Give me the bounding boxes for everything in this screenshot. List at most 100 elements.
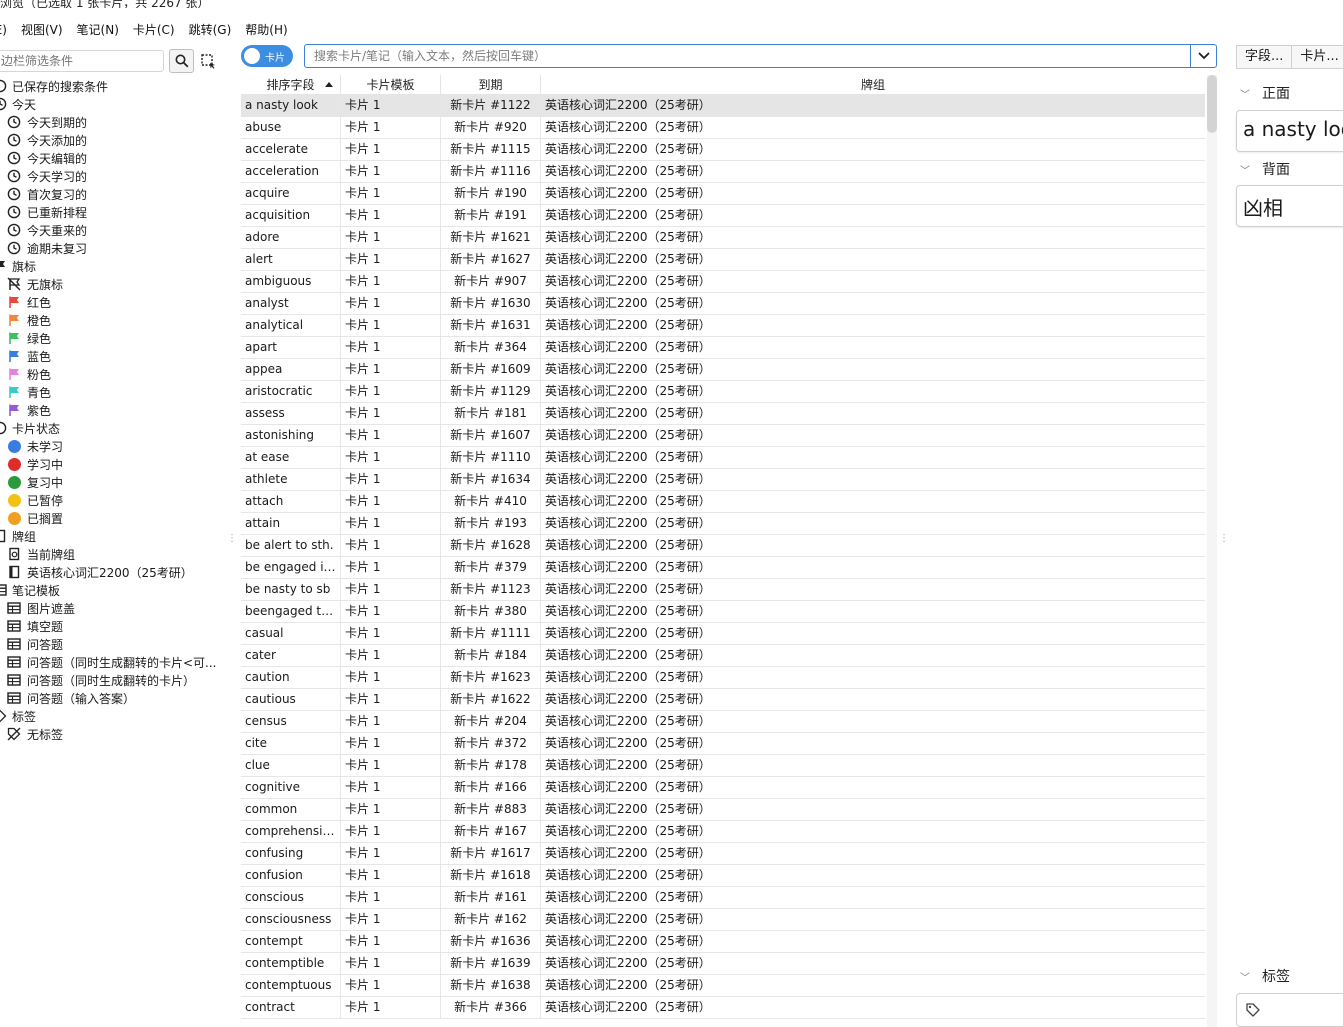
table-row[interactable]: contract 卡片 1 新卡片 #366 英语核心词汇2200（25考研）	[241, 997, 1205, 1019]
table-row[interactable]: common 卡片 1 新卡片 #883 英语核心词汇2200（25考研）	[241, 799, 1205, 821]
sidebar-search-button[interactable]	[169, 49, 194, 73]
table-row[interactable]: athlete 卡片 1 新卡片 #1634 英语核心词汇2200（25考研）	[241, 469, 1205, 491]
sidebar-splitter[interactable]: ⋮	[227, 530, 237, 546]
table-row[interactable]: a nasty look 卡片 1 新卡片 #1122 英语核心词汇2200（25考研…	[241, 95, 1205, 117]
table-row[interactable]: acquisition 卡片 1 新卡片 #191 英语核心词汇2200（25考研）	[241, 205, 1205, 227]
table-row[interactable]: caution 卡片 1 新卡片 #1623 英语核心词汇2200（25考研）	[241, 667, 1205, 689]
sidebar-item-7[interactable]: 已重新排程	[0, 203, 232, 221]
sidebar-item-14[interactable]: 绿色	[0, 329, 232, 347]
sidebar-item-25[interactable]: 牌组	[0, 527, 232, 545]
table-row[interactable]: cite 卡片 1 新卡片 #372 英语核心词汇2200（25考研）	[241, 733, 1205, 755]
table-row[interactable]: assess 卡片 1 新卡片 #181 英语核心词汇2200（25考研）	[241, 403, 1205, 425]
column-header-2[interactable]: 到期	[441, 75, 541, 95]
sidebar-item-28[interactable]: 笔记模板	[0, 581, 232, 599]
table-row[interactable]: ambiguous 卡片 1 新卡片 #907 英语核心词汇2200（25考研）	[241, 271, 1205, 293]
table-row[interactable]: census 卡片 1 新卡片 #204 英语核心词汇2200（25考研）	[241, 711, 1205, 733]
sidebar-item-9[interactable]: 逾期未复习	[0, 239, 232, 257]
menu-item-1[interactable]: 视图(V)	[21, 21, 63, 38]
search-input[interactable]	[305, 45, 1189, 67]
table-row[interactable]: adore 卡片 1 新卡片 #1621 英语核心词汇2200（25考研）	[241, 227, 1205, 249]
sidebar-item-17[interactable]: 青色	[0, 383, 232, 401]
editor-splitter[interactable]: ⋮	[1219, 530, 1229, 546]
menu-item-0[interactable]: 编辑(E)	[0, 21, 7, 38]
menu-item-3[interactable]: 卡片(C)	[133, 21, 175, 38]
table-row[interactable]: aristocratic 卡片 1 新卡片 #1129 英语核心词汇2200（25考研…	[241, 381, 1205, 403]
sidebar-item-36[interactable]: 无标签	[0, 725, 232, 743]
sidebar-item-18[interactable]: 紫色	[0, 401, 232, 419]
sidebar-item-26[interactable]: 当前牌组	[0, 545, 232, 563]
sidebar-item-35[interactable]: 标签	[0, 707, 232, 725]
sidebar-item-20[interactable]: 未学习	[0, 437, 232, 455]
table-row[interactable]: attach 卡片 1 新卡片 #410 英语核心词汇2200（25考研）	[241, 491, 1205, 513]
table-row[interactable]: beengaged to sb. 卡片 1 新卡片 #380 英语核心词汇2200（2…	[241, 601, 1205, 623]
table-row[interactable]: abuse 卡片 1 新卡片 #920 英语核心词汇2200（25考研）	[241, 117, 1205, 139]
menu-item-5[interactable]: 帮助(H)	[245, 21, 287, 38]
table-scrollbar[interactable]	[1207, 75, 1217, 1027]
table-row[interactable]: be nasty to sb 卡片 1 新卡片 #1123 英语核心词汇2200（25…	[241, 579, 1205, 601]
table-row[interactable]: contemptible 卡片 1 新卡片 #1639 英语核心词汇2200（25考研…	[241, 953, 1205, 975]
table-row[interactable]: comprehension 卡片 1 新卡片 #167 英语核心词汇2200（25考研…	[241, 821, 1205, 843]
sidebar-item-24[interactable]: 已搁置	[0, 509, 232, 527]
front-field-editor[interactable]: a nasty look	[1236, 110, 1343, 152]
front-field-label[interactable]: ﹀ 正面	[1240, 83, 1290, 103]
sidebar-item-29[interactable]: 图片遮盖	[0, 599, 232, 617]
back-field-editor[interactable]: 凶相	[1236, 185, 1343, 227]
sidebar-item-3[interactable]: 今天添加的	[0, 131, 232, 149]
expand-caret-icon[interactable]	[0, 420, 8, 436]
tags-field-label[interactable]: ﹀ 标签	[1240, 966, 1290, 986]
table-row[interactable]: be alert to sth. 卡片 1 新卡片 #1628 英语核心词汇2200（…	[241, 535, 1205, 557]
table-row[interactable]: consciousness 卡片 1 新卡片 #162 英语核心词汇2200（25考研…	[241, 909, 1205, 931]
sidebar-filter-input[interactable]	[0, 50, 164, 72]
table-row[interactable]: cognitive 卡片 1 新卡片 #166 英语核心词汇2200（25考研）	[241, 777, 1205, 799]
expand-caret-icon[interactable]	[0, 708, 8, 724]
table-row[interactable]: acquire 卡片 1 新卡片 #190 英语核心词汇2200（25考研）	[241, 183, 1205, 205]
table-row[interactable]: casual 卡片 1 新卡片 #1111 英语核心词汇2200（25考研）	[241, 623, 1205, 645]
column-header-3[interactable]: 牌组	[541, 75, 1205, 95]
selection-mode-button[interactable]	[199, 52, 217, 70]
table-row[interactable]: accelerate 卡片 1 新卡片 #1115 英语核心词汇2200（25考研）	[241, 139, 1205, 161]
table-row[interactable]: apart 卡片 1 新卡片 #364 英语核心词汇2200（25考研）	[241, 337, 1205, 359]
sidebar-item-23[interactable]: 已暂停	[0, 491, 232, 509]
sidebar-item-11[interactable]: 无旗标	[0, 275, 232, 293]
column-header-0[interactable]: 排序字段	[241, 75, 341, 95]
table-row[interactable]: analyst 卡片 1 新卡片 #1630 英语核心词汇2200（25考研）	[241, 293, 1205, 315]
table-row[interactable]: at ease 卡片 1 新卡片 #1110 英语核心词汇2200（25考研）	[241, 447, 1205, 469]
sidebar-item-0[interactable]: 已保存的搜索条件	[0, 77, 232, 95]
table-row[interactable]: astonishing 卡片 1 新卡片 #1607 英语核心词汇2200（25考研）	[241, 425, 1205, 447]
sidebar-item-6[interactable]: 首次复习的	[0, 185, 232, 203]
sidebar-item-22[interactable]: 复习中	[0, 473, 232, 491]
table-row[interactable]: alert 卡片 1 新卡片 #1627 英语核心词汇2200（25考研）	[241, 249, 1205, 271]
table-row[interactable]: confusing 卡片 1 新卡片 #1617 英语核心词汇2200（25考研）	[241, 843, 1205, 865]
sidebar-item-33[interactable]: 问答题（同时生成翻转的卡片）	[0, 671, 232, 689]
sidebar-item-16[interactable]: 粉色	[0, 365, 232, 383]
sidebar-item-15[interactable]: 蓝色	[0, 347, 232, 365]
table-row[interactable]: contemptuous 卡片 1 新卡片 #1638 英语核心词汇2200（25考研…	[241, 975, 1205, 997]
table-row[interactable]: attain 卡片 1 新卡片 #193 英语核心词汇2200（25考研）	[241, 513, 1205, 535]
cards-notes-toggle[interactable]: 卡片	[241, 45, 293, 67]
sidebar-item-1[interactable]: 今天	[0, 95, 232, 113]
fields-button[interactable]: 字段...	[1236, 45, 1293, 69]
sidebar-item-12[interactable]: 红色	[0, 293, 232, 311]
sidebar-item-34[interactable]: 问答题（输入答案）	[0, 689, 232, 707]
scrollbar-thumb[interactable]	[1207, 75, 1217, 133]
sidebar-item-13[interactable]: 橙色	[0, 311, 232, 329]
cards-button[interactable]: 卡片...	[1292, 45, 1343, 69]
sidebar-item-2[interactable]: 今天到期的	[0, 113, 232, 131]
tag-editor[interactable]	[1236, 993, 1343, 1027]
menu-item-4[interactable]: 跳转(G)	[189, 21, 232, 38]
table-row[interactable]: contempt 卡片 1 新卡片 #1636 英语核心词汇2200（25考研）	[241, 931, 1205, 953]
table-row[interactable]: conscious 卡片 1 新卡片 #161 英语核心词汇2200（25考研）	[241, 887, 1205, 909]
table-row[interactable]: acceleration 卡片 1 新卡片 #1116 英语核心词汇2200（25考研…	[241, 161, 1205, 183]
sidebar-item-31[interactable]: 问答题	[0, 635, 232, 653]
table-row[interactable]: cater 卡片 1 新卡片 #184 英语核心词汇2200（25考研）	[241, 645, 1205, 667]
table-row[interactable]: appea 卡片 1 新卡片 #1609 英语核心词汇2200（25考研）	[241, 359, 1205, 381]
back-field-label[interactable]: ﹀ 背面	[1240, 159, 1290, 179]
table-row[interactable]: cautious 卡片 1 新卡片 #1622 英语核心词汇2200（25考研）	[241, 689, 1205, 711]
sidebar-item-32[interactable]: 问答题（同时生成翻转的卡片<可...	[0, 653, 232, 671]
column-header-1[interactable]: 卡片模板	[341, 75, 441, 95]
table-row[interactable]: be engaged in ... 卡片 1 新卡片 #379 英语核心词汇2200（…	[241, 557, 1205, 579]
sidebar-item-5[interactable]: 今天学习的	[0, 167, 232, 185]
sidebar-item-30[interactable]: 填空题	[0, 617, 232, 635]
expand-caret-icon[interactable]	[0, 582, 8, 598]
table-row[interactable]: clue 卡片 1 新卡片 #178 英语核心词汇2200（25考研）	[241, 755, 1205, 777]
